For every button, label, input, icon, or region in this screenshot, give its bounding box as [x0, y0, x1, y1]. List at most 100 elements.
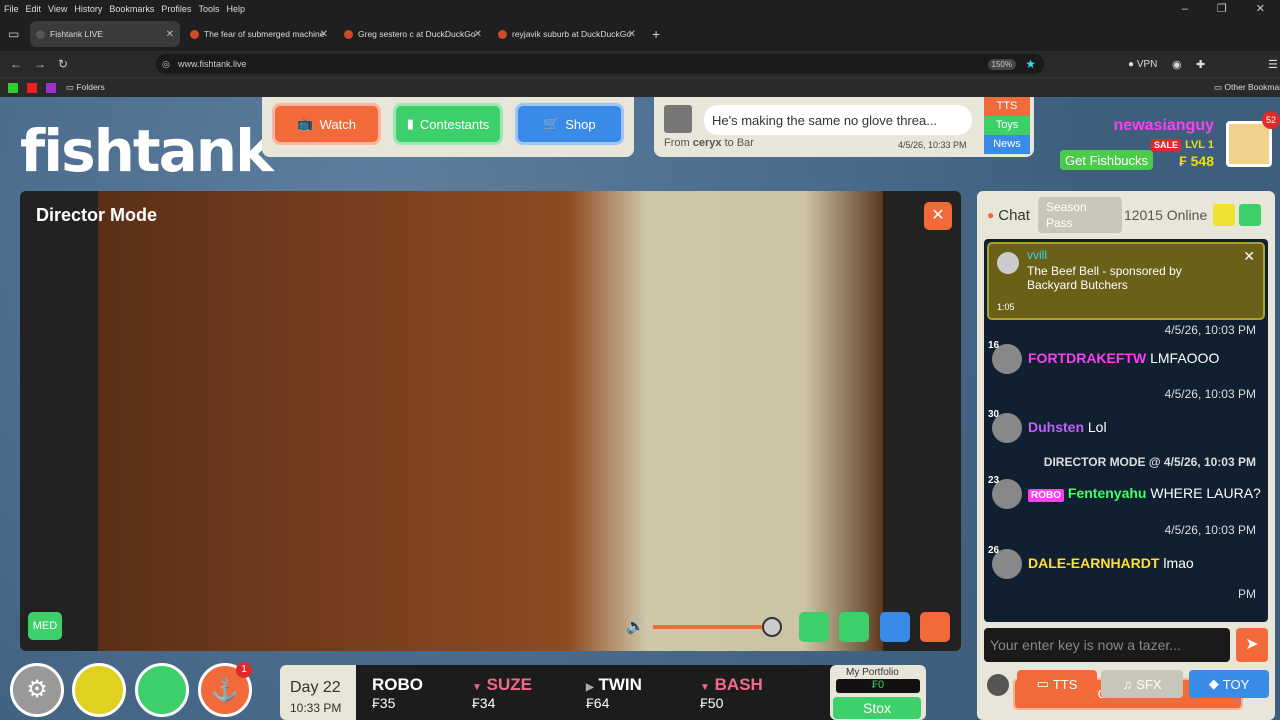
extensions-icon[interactable]: ✚: [1196, 58, 1205, 71]
close-tab-icon[interactable]: ✕: [320, 29, 328, 40]
close-tab-icon[interactable]: ✕: [166, 29, 174, 40]
notification-badge[interactable]: 52: [1262, 111, 1280, 129]
message-text: WHERE LAURA?: [1150, 485, 1261, 501]
menu-help[interactable]: Help: [226, 4, 245, 14]
season-pass-tab[interactable]: Season Pass: [1037, 197, 1122, 233]
get-fishbucks-button[interactable]: Get Fishbucks: [1060, 150, 1153, 170]
forward-icon[interactable]: →: [34, 57, 46, 71]
fishtank-page: fishtank© 📺 Watch ▮ Contestants 🛒 Shop He's…: [0, 97, 1280, 720]
folders-bookmark[interactable]: ▭ Folders: [66, 82, 105, 93]
site-info-icon[interactable]: ◎: [162, 59, 170, 70]
reload-icon[interactable]: ↻: [58, 57, 68, 71]
message-user[interactable]: Fentenyahu: [1068, 485, 1147, 501]
message-text: LMFAOOO: [1150, 350, 1220, 366]
menu-bookmarks[interactable]: Bookmarks: [109, 4, 154, 14]
tab-fishtank[interactable]: Fishtank LIVE ✕: [30, 21, 180, 47]
video-player[interactable]: Director Mode: [20, 191, 961, 651]
message-timestamp: 4/5/26, 10:03 PM: [1164, 523, 1256, 537]
tab-news[interactable]: News: [984, 135, 1030, 154]
menu-icon[interactable]: ☰: [1268, 58, 1278, 71]
chat-messages[interactable]: vvill The Beef Bell - sponsored by Backy…: [984, 239, 1268, 622]
bookmark-twitch-icon[interactable]: [46, 82, 56, 93]
url-bar[interactable]: ◎ www.fishtank.live 150% ★: [156, 54, 1044, 74]
menu-file[interactable]: File: [4, 4, 19, 14]
new-tab-icon[interactable]: +: [652, 26, 660, 42]
volume-knob[interactable]: [762, 617, 782, 637]
stock-robo[interactable]: ROBO ₣35: [372, 675, 423, 711]
stock-suze[interactable]: ▼ SUZE ₣34: [472, 675, 532, 711]
tts-button[interactable]: ▭ TTS: [1017, 670, 1097, 698]
volume-slider[interactable]: [653, 625, 773, 629]
quality-button[interactable]: MED: [28, 612, 62, 640]
record-icon[interactable]: [920, 612, 950, 642]
director-button[interactable]: [72, 663, 126, 717]
maximize-icon[interactable]: ❐: [1217, 2, 1227, 15]
tab-toys[interactable]: Toys: [984, 116, 1030, 135]
pip-icon[interactable]: [799, 612, 829, 642]
watch-button[interactable]: 📺 Watch: [272, 103, 382, 145]
gear-icon: ⚙: [26, 676, 48, 703]
menu-view[interactable]: View: [48, 4, 67, 14]
bookmark-star-icon[interactable]: ★: [1025, 57, 1036, 71]
menu-bar: File Edit View History Bookmarks Profile…: [0, 0, 1280, 17]
fullscreen-icon[interactable]: [880, 612, 910, 642]
flat-arrow-icon: ▶: [586, 682, 594, 693]
menu-history[interactable]: History: [74, 4, 102, 14]
volume-icon[interactable]: 🔊: [626, 617, 645, 635]
stox-button[interactable]: Stox: [833, 697, 921, 719]
cast-icon[interactable]: [839, 612, 869, 642]
shop-button[interactable]: 🛒 Shop: [514, 103, 624, 145]
username[interactable]: newasianguy: [1114, 117, 1214, 135]
user-avatar[interactable]: [1226, 121, 1272, 167]
back-icon[interactable]: ←: [10, 57, 22, 71]
zoom-level[interactable]: 150%: [987, 58, 1016, 70]
vpn-button[interactable]: ● VPN: [1128, 59, 1157, 70]
close-tab-icon[interactable]: ✕: [628, 29, 636, 40]
menu-tools[interactable]: Tools: [198, 4, 219, 14]
to-label: to: [724, 137, 734, 149]
chat-icon: ▭: [1036, 676, 1049, 691]
chat-title[interactable]: Chat: [998, 207, 1030, 224]
inventory-button[interactable]: [135, 663, 189, 717]
close-tab-icon[interactable]: ✕: [474, 29, 482, 40]
pinned-user[interactable]: vvill: [1027, 248, 1047, 262]
tab-list-icon[interactable]: ▭: [8, 27, 26, 41]
tab-submerged[interactable]: The fear of submerged machine ✕: [184, 21, 334, 47]
tab-reyjavik[interactable]: reyjavik suburb at DuckDuckGo ✕: [492, 21, 642, 47]
sfx-button[interactable]: ♫ SFX: [1101, 670, 1183, 698]
menu-profiles[interactable]: Profiles: [161, 4, 191, 14]
pinned-time: 1:05: [997, 302, 1015, 312]
menu-edit[interactable]: Edit: [26, 4, 42, 14]
other-bookmarks-label: Other Bookmarks: [1224, 82, 1280, 92]
stock-twin[interactable]: ▶ TWIN ₣64: [586, 675, 642, 711]
send-button[interactable]: ➤: [1236, 628, 1268, 662]
minimize-icon[interactable]: –: [1182, 3, 1188, 15]
fish-icon[interactable]: [1239, 204, 1262, 226]
tab-title: Greg sestero c at DuckDuckGo: [358, 29, 476, 39]
sale-badge[interactable]: SALE: [1151, 139, 1182, 151]
toy-button[interactable]: ◆ TOY: [1189, 670, 1269, 698]
close-window-icon[interactable]: ✕: [1256, 2, 1265, 15]
star-icon[interactable]: [1213, 204, 1236, 226]
settings-button[interactable]: ⚙: [10, 663, 64, 717]
profile-icon[interactable]: ◉: [1172, 58, 1182, 71]
close-pinned-icon[interactable]: ✕: [1243, 248, 1255, 265]
message-text: lmao: [1163, 555, 1194, 571]
bookmark-app-icon[interactable]: [8, 82, 18, 93]
contestants-button[interactable]: ▮ Contestants: [393, 103, 503, 145]
from-user[interactable]: ceryx: [693, 137, 722, 149]
tab-greg-sestero[interactable]: Greg sestero c at DuckDuckGo ✕: [338, 21, 488, 47]
fishtank-logo[interactable]: fishtank©: [20, 117, 288, 185]
message-user[interactable]: DALE-EARNHARDT: [1028, 555, 1159, 571]
message-user[interactable]: FORTDRAKEFTW: [1028, 350, 1146, 366]
tab-tts[interactable]: TTS: [984, 97, 1030, 116]
stock-bash[interactable]: ▼ BASH ₣50: [700, 675, 763, 711]
emoji-button[interactable]: [987, 674, 1009, 696]
other-bookmarks[interactable]: ▭ Other Bookmarks: [1214, 82, 1280, 93]
close-video-button[interactable]: ✕: [924, 202, 952, 230]
pinned-avatar: [997, 252, 1019, 274]
chat-input[interactable]: Your enter key is now a tazer...: [984, 628, 1230, 662]
message-body: ROBO Fentenyahu WHERE LAURA?: [1028, 485, 1261, 502]
message-user[interactable]: Duhsten: [1028, 419, 1084, 435]
bookmark-youtube-icon[interactable]: [27, 82, 37, 93]
